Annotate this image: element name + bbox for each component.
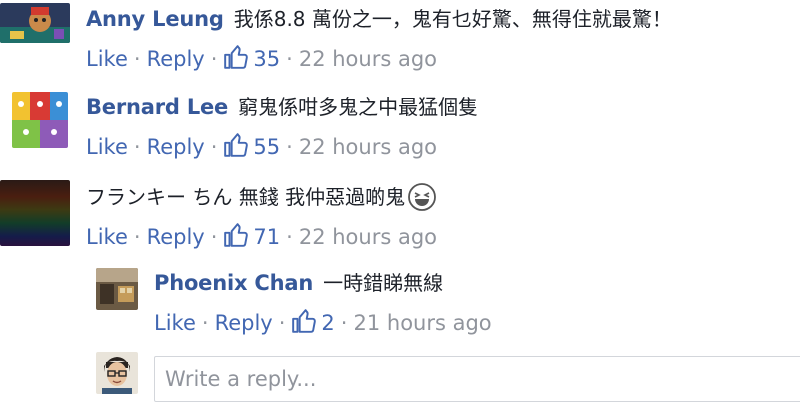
comment-actions: Like · Reply · 35 · 22 hours ago [86,42,672,76]
separator: · [133,135,141,159]
thumbs-up-icon [224,133,249,157]
reply-button[interactable]: Reply [147,225,205,249]
comment-author[interactable]: Bernard Lee [86,95,228,119]
separator: · [286,225,293,249]
separator: · [201,311,209,335]
comment-author[interactable]: Anny Leung [86,7,224,31]
thumbs-up-icon [292,309,317,333]
like-count[interactable]: 55 [223,133,281,159]
comment-text: 我係8.8 萬份之一，鬼有乜好驚、無得住就最驚！ [233,7,672,31]
like-button[interactable]: Like [86,135,128,159]
comment: Bernard Lee 窮鬼係咁多鬼之中最猛個隻 Like · Reply · 55 · 22… [0,88,800,178]
avatar[interactable] [0,3,70,43]
comment-text: フランキー ちん 無錢 我仲惡過啲鬼 [86,185,406,209]
like-button[interactable]: Like [86,47,128,71]
reply-box[interactable] [154,356,800,402]
like-count-value: 71 [253,225,281,249]
timestamp[interactable]: 21 hours ago [353,311,491,335]
separator: · [210,225,218,249]
like-count-value: 35 [253,47,281,71]
separator: · [210,47,218,71]
comment-actions: Like · Reply · 71 · 22 hours ago [86,220,437,254]
separator: · [340,311,348,335]
comment-text: 一時錯睇無線 [323,271,444,295]
comment-text: 窮鬼係咁多鬼之中最猛個隻 [238,95,479,119]
separator: · [286,135,293,159]
comment: フランキー ちん 無錢 我仲惡過啲鬼 Like · Reply · 71 · 22 hour… [0,176,800,266]
like-count-value: 2 [321,311,335,335]
avatar[interactable] [96,268,138,310]
comment: Anny Leung 我係8.8 萬份之一，鬼有乜好驚、無得住就最驚！ Like ·… [0,0,800,90]
separator: · [278,311,286,335]
like-count[interactable]: 2 [291,309,335,335]
avatar[interactable] [0,180,70,246]
laughing-emoji-icon [408,183,436,211]
separator: · [210,135,218,159]
timestamp[interactable]: 22 hours ago [299,135,437,159]
separator: · [286,47,293,71]
reply-button[interactable]: Reply [215,311,273,335]
separator: · [133,225,141,249]
comment-actions: Like · Reply · 2 · 21 hours ago [154,306,492,340]
thumbs-up-icon [224,45,249,69]
like-count-value: 55 [253,135,281,159]
timestamp[interactable]: 22 hours ago [299,225,437,249]
comment-actions: Like · Reply · 55 · 22 hours ago [86,130,478,164]
comment-thread: Anny Leung 我係8.8 萬份之一，鬼有乜好驚、無得住就最驚！ Like ·… [0,0,800,402]
timestamp[interactable]: 22 hours ago [299,47,437,71]
separator: · [133,47,141,71]
reply-button[interactable]: Reply [147,47,205,71]
reply-comment: Phoenix Chan 一時錯睇無線 Like · Reply · 2 · 21 hours… [0,264,800,354]
like-button[interactable]: Like [86,225,128,249]
thumbs-up-icon [224,223,249,247]
avatar[interactable] [12,92,68,148]
like-count[interactable]: 35 [223,45,281,71]
comment-author[interactable]: Phoenix Chan [154,271,313,295]
like-button[interactable]: Like [154,311,196,335]
like-count[interactable]: 71 [223,223,281,249]
reply-input[interactable] [165,357,785,401]
current-user-avatar[interactable] [96,352,138,394]
reply-button[interactable]: Reply [147,135,205,159]
